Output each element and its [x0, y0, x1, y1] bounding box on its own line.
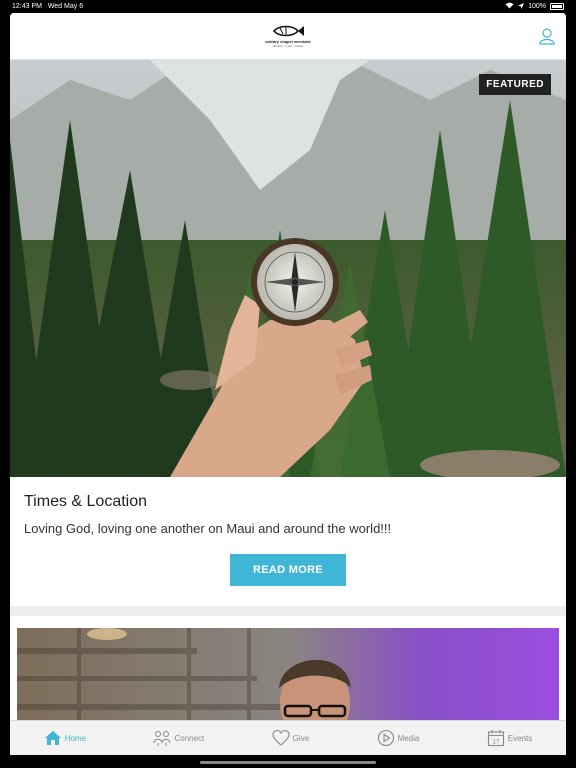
tab-label-events: Events — [507, 733, 533, 743]
media-card[interactable] — [10, 616, 566, 738]
status-bar: 12:43 PM Wed May 6 100% — [0, 0, 576, 13]
status-left: 12:43 PM Wed May 6 — [12, 3, 83, 10]
user-profile-icon[interactable] — [538, 27, 556, 45]
tab-events[interactable]: 17 Events — [487, 729, 532, 747]
featured-card-body: Times & Location Loving God, loving one … — [10, 477, 566, 606]
tab-label-media: Media — [397, 733, 420, 743]
fish-logo-icon — [272, 25, 304, 37]
app-container: calvary chapel westside lahaina · maui ·… — [10, 13, 566, 755]
home-icon — [44, 731, 61, 745]
battery-percent: 100% — [528, 3, 546, 10]
status-right: 100% — [505, 2, 564, 11]
featured-badge: FEATURED — [479, 74, 551, 95]
church-logo[interactable]: calvary chapel westside lahaina · maui ·… — [265, 24, 311, 48]
app-header: calvary chapel westside lahaina · maui ·… — [10, 13, 566, 60]
calendar-day: 17 — [492, 740, 499, 746]
tab-media[interactable]: Media — [377, 729, 420, 747]
location-icon — [518, 2, 525, 11]
featured-hero-image[interactable]: FEATURED — [10, 60, 566, 477]
read-more-button[interactable]: READ MORE — [230, 554, 346, 586]
status-time: 12:43 PM — [12, 3, 42, 10]
home-indicator[interactable] — [200, 761, 376, 764]
status-date: Wed May 6 — [47, 3, 84, 10]
card-title[interactable]: Times & Location — [24, 493, 552, 511]
tab-home[interactable]: Home — [44, 729, 86, 747]
calendar-icon: 17 — [487, 730, 504, 747]
tab-label-connect: Connect — [174, 733, 205, 743]
people-icon — [153, 731, 171, 746]
tab-label-give: Give — [292, 733, 310, 743]
play-icon — [377, 729, 394, 747]
wifi-icon — [505, 2, 514, 11]
tab-label-home: Home — [64, 733, 87, 743]
bottom-tab-bar: Home Connect Give Media 17 Events — [10, 720, 566, 755]
card-description: Loving God, loving one another on Maui a… — [24, 521, 392, 536]
battery-icon — [550, 3, 564, 10]
tab-connect[interactable]: Connect — [153, 729, 204, 747]
tab-give[interactable]: Give — [272, 729, 309, 747]
featured-card[interactable]: FEATURED Times & Location Loving God, lo… — [10, 60, 566, 606]
logo-tagline: lahaina · maui · hawaii — [272, 44, 303, 48]
heart-icon — [272, 729, 290, 746]
